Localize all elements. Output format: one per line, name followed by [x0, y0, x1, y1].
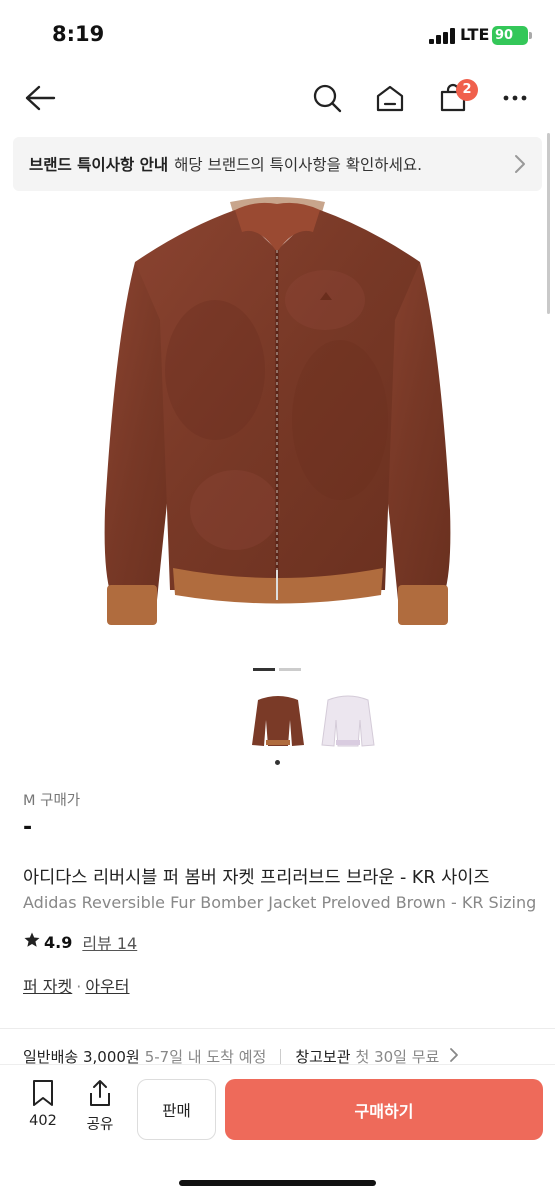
rating-score: 4.9 [44, 932, 73, 952]
buy-button[interactable]: 구매하기 [225, 1079, 543, 1140]
brand-notice-title: 브랜드 특이사항 안내 [29, 156, 169, 174]
pager-dot [279, 668, 301, 671]
category-link-fur-jacket[interactable]: 퍼 자켓 [23, 977, 72, 996]
size-price-label: M 구매가 [23, 793, 81, 809]
product-title-english: Adidas Reversible Fur Bomber Jacket Prel… [23, 893, 537, 912]
brand-notice-banner[interactable]: 브랜드 특이사항 안내 해당 브랜드의 특이사항을 확인하세요. [13, 137, 542, 191]
chevron-right-icon [514, 154, 526, 178]
share-icon [87, 1080, 113, 1111]
section-divider [0, 1028, 555, 1029]
thumbnail-brown[interactable] [248, 690, 308, 752]
thumbnail-selected-indicator [275, 760, 280, 765]
thumbnail-white[interactable] [318, 690, 378, 752]
home-icon[interactable] [372, 80, 408, 116]
pager-dot-active [253, 668, 275, 671]
network-label: LTE [460, 25, 490, 44]
category-links: 퍼 자켓 · 아우터 [23, 973, 130, 997]
search-icon[interactable] [309, 80, 345, 116]
rating-row: 4.9 리뷰 14 [23, 930, 137, 954]
back-arrow-icon[interactable] [22, 80, 58, 116]
sell-button[interactable]: 판매 [137, 1079, 216, 1140]
bookmark-count: 402 [29, 1113, 57, 1129]
shipping-separator [280, 1048, 282, 1065]
product-title-korean: 아디다스 리버시블 퍼 봄버 자켓 프리러브드 브라운 - KR 사이즈 [23, 868, 490, 888]
review-link[interactable]: 리뷰 14 [82, 930, 137, 954]
status-time: 8:19 [52, 22, 105, 46]
battery-level: 90 [495, 28, 514, 43]
battery-icon: 90 [492, 26, 528, 45]
product-image[interactable] [95, 190, 460, 640]
signal-icon [429, 28, 455, 44]
home-indicator [179, 1180, 376, 1186]
star-icon [23, 931, 41, 953]
more-options-icon[interactable] [497, 80, 533, 116]
share-button[interactable]: 공유 [78, 1079, 122, 1134]
scrollbar[interactable] [547, 133, 550, 314]
status-bar: 8:19 LTE 90 [0, 0, 555, 70]
category-separator: · [76, 977, 82, 996]
share-label: 공유 [86, 1117, 114, 1133]
category-link-outer[interactable]: 아우터 [85, 977, 129, 996]
price-value: - [23, 815, 33, 840]
bookmark-icon [30, 1080, 56, 1111]
bookmark-button[interactable]: 402 [21, 1079, 65, 1129]
cart-count-badge: 2 [456, 79, 478, 101]
battery-tip [529, 32, 532, 39]
brand-notice-text: 해당 브랜드의 특이사항을 확인하세요. [174, 156, 423, 174]
